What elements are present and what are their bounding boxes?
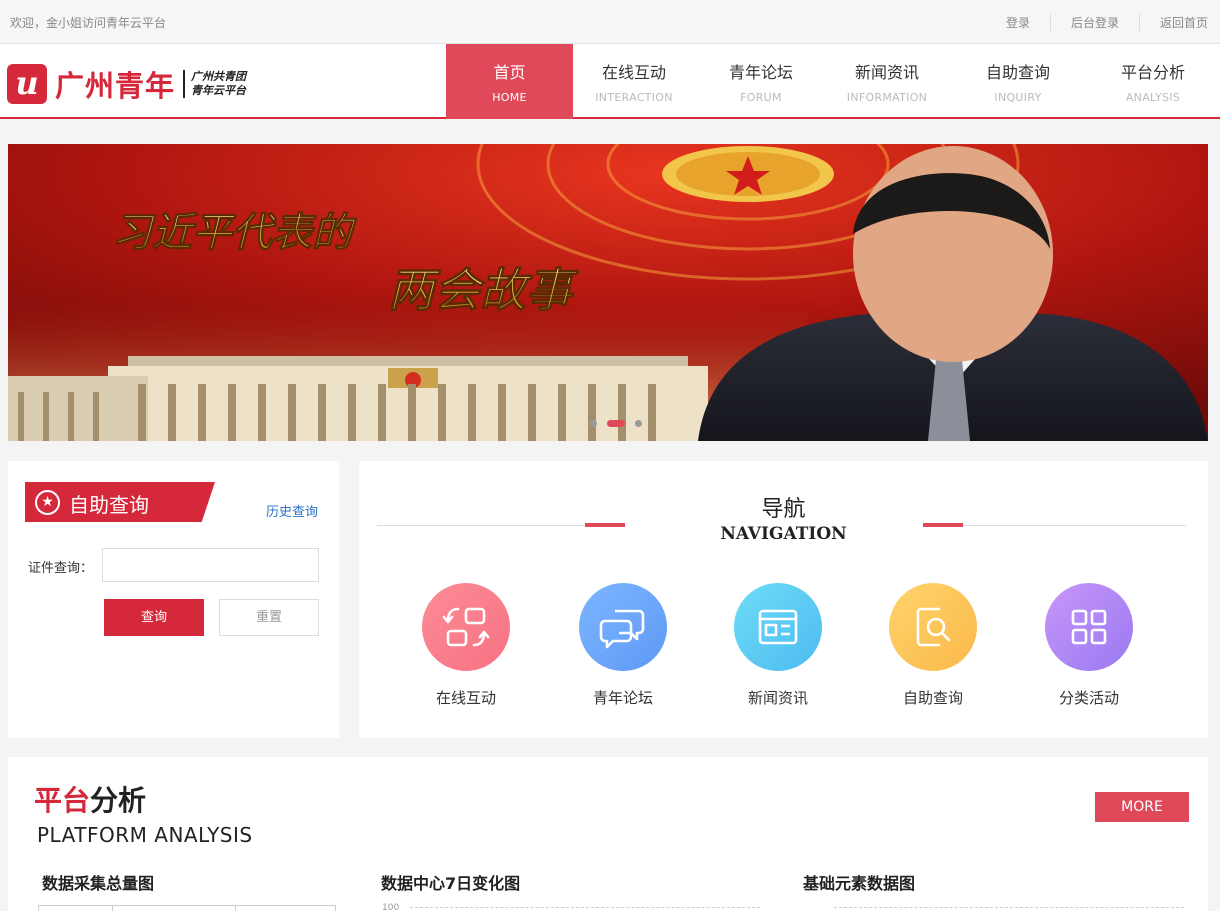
- nav-inquiry-label: 自助查询: [985, 63, 1050, 82]
- nav-card-news-circle: [734, 583, 822, 671]
- collection-total-table: [38, 905, 336, 911]
- navigation-accent-right: [923, 523, 963, 527]
- nav-analysis[interactable]: 平台分析 ANALYSIS: [1089, 44, 1217, 119]
- nav-card-inquiry-circle: [889, 583, 977, 671]
- nav-interaction-label: 在线互动: [601, 63, 666, 82]
- self-query-panel: ★ 自助查询 历史查询 证件查询： 查询 重置: [8, 461, 339, 738]
- nav-card-activities[interactable]: 分类活动: [1029, 583, 1149, 708]
- analysis-title: 平台分析: [34, 779, 146, 819]
- chart-title-collection-total: 数据采集总量图: [42, 874, 155, 893]
- carousel-dot-1[interactable]: [590, 420, 597, 427]
- chart-title-7day-change: 数据中心7日变化图: [381, 874, 521, 893]
- table-column-divider: [112, 906, 113, 911]
- nav-home-en: HOME: [492, 91, 527, 104]
- carousel-dot-3[interactable]: [635, 420, 642, 427]
- more-button[interactable]: MORE: [1095, 792, 1189, 822]
- nav-card-forum-label: 青年论坛: [592, 689, 653, 707]
- query-button[interactable]: 查询: [104, 599, 204, 636]
- table-column-divider: [235, 906, 236, 911]
- news-document-icon: [758, 609, 798, 645]
- nav-information-en: INFORMATION: [846, 91, 928, 104]
- chart-gridline: [410, 907, 760, 908]
- analysis-title-dark: 分析: [90, 784, 147, 817]
- nav-inquiry[interactable]: 自助查询 INQUIRY: [947, 44, 1089, 119]
- id-query-input[interactable]: [102, 548, 319, 582]
- grid-category-icon: [1071, 609, 1107, 645]
- admin-login-link[interactable]: 后台登录: [1049, 14, 1139, 31]
- top-utility-bar: 欢迎，金小姐访问青年云平台 登录 后台登录 返回首页: [0, 0, 1220, 44]
- query-title: 自助查询: [69, 493, 149, 517]
- banner-image: 习近平代表的 两会故事: [8, 144, 1208, 441]
- top-links: 登录 后台登录 返回首页: [986, 14, 1208, 31]
- id-query-label: 证件查询：: [28, 561, 94, 576]
- logo-name: 广州青年: [55, 69, 176, 103]
- navigation-panel: 导航 NAVIGATION 在线互动 青年论坛 新闻资讯 自助查询 分类活动: [359, 461, 1208, 738]
- nav-card-activities-label: 分类活动: [1058, 689, 1119, 707]
- nav-analysis-label: 平台分析: [1120, 63, 1185, 82]
- site-logo[interactable]: u 广州青年 广州共青团 青年云平台: [7, 63, 246, 105]
- chart-gridline: [834, 907, 1184, 908]
- carousel-dots: [585, 420, 647, 427]
- banner-headline-1: 习近平代表的: [112, 209, 357, 256]
- navigation-accent-left: [585, 523, 625, 527]
- reset-button[interactable]: 重置: [219, 599, 319, 636]
- chart-axis-tick: 100: [382, 903, 400, 911]
- nav-forum-label: 青年论坛: [728, 63, 793, 82]
- nav-forum-en: FORUM: [740, 91, 782, 104]
- banner-headline-2: 两会故事: [388, 263, 579, 317]
- nav-card-forum[interactable]: 青年论坛: [563, 583, 683, 708]
- nav-card-forum-circle: [579, 583, 667, 671]
- back-home-link[interactable]: 返回首页: [1138, 14, 1208, 31]
- nav-card-interaction[interactable]: 在线互动: [406, 583, 526, 708]
- nav-home-label: 首页: [493, 63, 526, 82]
- nav-card-news-label: 新闻资讯: [747, 689, 808, 707]
- nav-interaction[interactable]: 在线互动 INTERACTION: [573, 44, 695, 119]
- nav-information-label: 新闻资讯: [854, 63, 919, 82]
- nav-analysis-en: ANALYSIS: [1125, 91, 1181, 104]
- logo-subtitle: 广州共青团 青年云平台: [183, 70, 246, 98]
- hero-banner[interactable]: 习近平代表的 两会故事: [8, 144, 1208, 441]
- nav-inquiry-en: INQUIRY: [994, 91, 1042, 104]
- chart-title-base-elements: 基础元素数据图: [803, 874, 916, 893]
- site-header: u 广州青年 广州共青团 青年云平台 首页 HOME 在线互动 INTERACT…: [0, 44, 1220, 119]
- history-query-link[interactable]: 历史查询: [266, 501, 318, 520]
- nav-card-news[interactable]: 新闻资讯: [718, 583, 838, 708]
- query-title-ribbon: ★ 自助查询: [25, 482, 215, 522]
- nav-home[interactable]: 首页 HOME: [446, 44, 573, 119]
- navigation-title: 导航: [761, 497, 806, 522]
- chat-bubbles-icon: [599, 609, 645, 649]
- document-search-icon: [916, 607, 951, 647]
- nav-information[interactable]: 新闻资讯 INFORMATION: [827, 44, 947, 119]
- swap-arrows-icon: [442, 607, 490, 647]
- carousel-dot-2[interactable]: [607, 420, 625, 427]
- login-link[interactable]: 登录: [986, 14, 1050, 31]
- logo-subtitle-line2: 青年云平台: [191, 84, 247, 97]
- nav-card-activities-circle: [1045, 583, 1133, 671]
- nav-card-inquiry[interactable]: 自助查询: [873, 583, 993, 708]
- nav-interaction-en: INTERACTION: [595, 91, 673, 104]
- logo-subtitle-line1: 广州共青团: [191, 70, 247, 83]
- nav-card-inquiry-label: 自助查询: [902, 689, 963, 707]
- main-nav: 首页 HOME 在线互动 INTERACTION 青年论坛 FORUM 新闻资讯…: [446, 44, 1217, 119]
- analysis-subtitle: PLATFORM ANALYSIS: [37, 823, 253, 847]
- welcome-text: 欢迎，金小姐访问青年云平台: [10, 16, 167, 30]
- star-icon: ★: [35, 490, 60, 515]
- nav-card-interaction-circle: [422, 583, 510, 671]
- platform-analysis-section: 平台分析 PLATFORM ANALYSIS MORE 数据采集总量图 数据中心…: [8, 757, 1208, 911]
- nav-card-interaction-label: 在线互动: [435, 689, 496, 707]
- nav-forum[interactable]: 青年论坛 FORUM: [695, 44, 827, 119]
- logo-mark: u: [7, 64, 47, 104]
- navigation-subtitle: NAVIGATION: [720, 524, 847, 544]
- analysis-title-red: 平台: [34, 784, 91, 817]
